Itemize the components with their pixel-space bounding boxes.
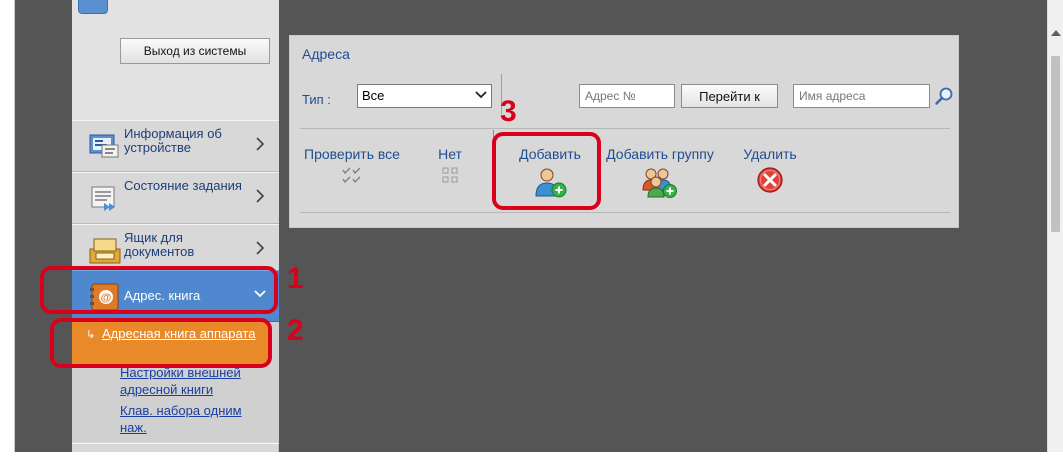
sidebar-item-label: Ящик для документов [124, 230, 195, 259]
type-select[interactable]: Все [357, 84, 492, 108]
select-none-button[interactable]: Нет [430, 146, 470, 184]
type-label: Тип : [302, 92, 331, 107]
job-status-icon [91, 186, 115, 211]
scroll-up-icon[interactable] [1051, 30, 1061, 36]
delete-icon [757, 167, 783, 193]
document-box-icon [89, 238, 121, 264]
chevron-right-icon [256, 137, 265, 151]
annotation-number-1: 1 [287, 262, 304, 295]
annotation-box-1 [40, 266, 278, 314]
chevron-down-icon [475, 91, 487, 99]
check-all-icon [342, 167, 361, 184]
select-none-icon [442, 167, 458, 183]
panel-divider [300, 128, 950, 129]
annotation-number-3: 3 [500, 95, 517, 128]
chevron-right-icon [256, 189, 265, 203]
device-info-icon [89, 134, 119, 158]
scroll-thumb[interactable] [1051, 56, 1060, 232]
check-all-button[interactable]: Проверить все [290, 146, 414, 184]
delete-button[interactable]: Удалить [738, 146, 802, 194]
type-select-value: Все [362, 88, 385, 103]
submenu-link-external-address-book[interactable]: Настройки внешней адресной книги [120, 364, 279, 398]
check-all-label: Проверить все [304, 146, 400, 162]
add-group-icon [642, 168, 677, 198]
sidebar-item-device-info[interactable]: Информация об устройстве [72, 120, 279, 172]
vertical-scrollbar[interactable] [1047, 0, 1063, 452]
sidebar-divider [72, 443, 279, 444]
annotation-number-2: 2 [287, 314, 304, 347]
sidebar-item-label: Состояние задания [124, 178, 242, 193]
annotation-box-2 [50, 318, 272, 368]
search-icon[interactable] [934, 86, 954, 106]
sidebar-header: Выход из системы [72, 0, 279, 120]
sidebar-tab[interactable] [78, 0, 108, 14]
chevron-right-icon [256, 241, 265, 255]
logout-button[interactable]: Выход из системы [120, 38, 270, 64]
submenu-link-one-touch-key[interactable]: Клав. набора одним наж. [120, 402, 270, 436]
sidebar: Выход из системы Информация об устройств… [72, 0, 279, 452]
delete-label: Удалить [743, 146, 797, 162]
annotation-box-3 [492, 132, 601, 210]
select-none-label: Нет [438, 146, 462, 162]
panel-divider-bottom [300, 212, 950, 213]
panel-title: Адреса [302, 46, 350, 62]
bottom-band [0, 452, 1063, 460]
sidebar-item-job-status[interactable]: Состояние задания [72, 172, 279, 224]
sidebar-item-label: Информация об устройстве [124, 126, 222, 155]
add-group-label: Добавить группу [606, 146, 714, 162]
address-number-input[interactable]: Адрес № [579, 84, 675, 108]
left-margin [0, 0, 14, 460]
add-group-button[interactable]: Добавить группу [604, 146, 716, 198]
addresses-panel: Адреса Тип : Все Адрес № Перейти к Имя а… [289, 35, 959, 228]
address-name-input[interactable]: Имя адреса [793, 84, 930, 108]
goto-button[interactable]: Перейти к [681, 84, 778, 108]
